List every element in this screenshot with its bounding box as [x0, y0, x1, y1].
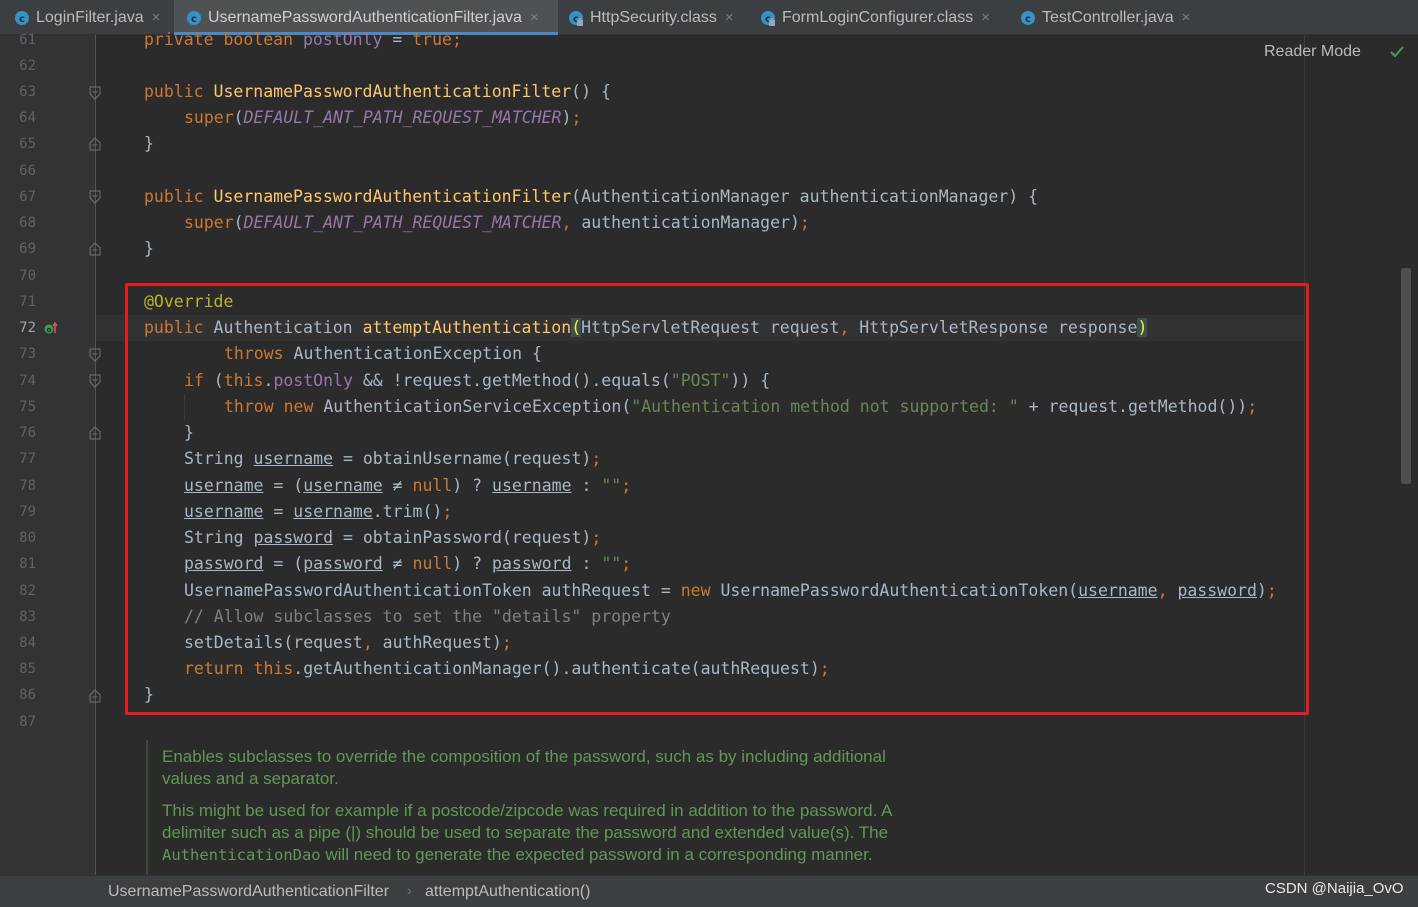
- line-number[interactable]: 82: [0, 578, 36, 604]
- tab-label: FormLoginConfigurer.class: [782, 8, 974, 26]
- fold-end-icon[interactable]: [89, 426, 101, 440]
- code-line-69[interactable]: }: [144, 236, 154, 262]
- watermark: CSDN @Naijia_OvO: [1265, 880, 1404, 897]
- close-icon[interactable]: ×: [530, 9, 539, 26]
- check-icon[interactable]: [1389, 45, 1405, 59]
- javadoc-paragraph: Enables subclasses to override the compo…: [162, 747, 886, 788]
- java-class-icon: c: [1021, 10, 1035, 25]
- line-number[interactable]: 80: [0, 525, 36, 551]
- breadcrumb-class[interactable]: UsernamePasswordAuthenticationFilter: [108, 883, 389, 901]
- line-number[interactable]: 63: [0, 79, 36, 105]
- breadcrumb-separator: ›: [407, 882, 412, 898]
- fold-end-icon[interactable]: [89, 242, 101, 256]
- reader-mode-toggle[interactable]: Reader Mode: [1264, 43, 1361, 61]
- line-number[interactable]: 70: [0, 263, 36, 289]
- svg-text:c: c: [1025, 14, 1031, 25]
- line-number[interactable]: 66: [0, 158, 36, 184]
- svg-text:c: c: [19, 14, 25, 25]
- tab-httpsecurity[interactable]: c HttpSecurity.class ×: [558, 0, 750, 35]
- line-number[interactable]: 76: [0, 420, 36, 446]
- line-number[interactable]: 67: [0, 184, 36, 210]
- compiled-class-icon: c: [569, 10, 583, 26]
- line-number[interactable]: 61: [0, 27, 36, 53]
- close-icon[interactable]: ×: [1182, 9, 1191, 26]
- code-line-64[interactable]: super(DEFAULT_ANT_PATH_REQUEST_MATCHER);: [184, 105, 581, 131]
- tab-label: UsernamePasswordAuthenticationFilter.jav…: [208, 8, 522, 26]
- javadoc-code: AuthenticationDao: [162, 846, 321, 864]
- tab-label: LoginFilter.java: [36, 8, 144, 26]
- java-class-icon: c: [15, 10, 29, 25]
- javadoc-paragraph: This might be used for example if a post…: [162, 801, 892, 864]
- line-number[interactable]: 84: [0, 630, 36, 656]
- line-number[interactable]: 81: [0, 551, 36, 577]
- fold-open-icon[interactable]: [89, 86, 101, 100]
- line-number[interactable]: 86: [0, 682, 36, 708]
- line-number[interactable]: 64: [0, 105, 36, 131]
- line-number[interactable]: 78: [0, 473, 36, 499]
- line-number[interactable]: 87: [0, 709, 36, 735]
- gutter-divider: [95, 35, 96, 875]
- line-number[interactable]: 65: [0, 131, 36, 157]
- code-line-67[interactable]: public UsernamePasswordAuthenticationFil…: [144, 184, 1038, 210]
- line-number[interactable]: 62: [0, 53, 36, 79]
- overrides-method-icon[interactable]: o: [44, 321, 58, 335]
- line-number[interactable]: 72: [0, 315, 36, 341]
- svg-text:c: c: [191, 14, 197, 25]
- line-number[interactable]: 85: [0, 656, 36, 682]
- fold-end-icon[interactable]: [89, 689, 101, 703]
- tab-label: HttpSecurity.class: [590, 8, 717, 26]
- svg-text:o: o: [47, 326, 52, 334]
- line-number[interactable]: 73: [0, 341, 36, 367]
- code-line-65[interactable]: }: [144, 131, 154, 157]
- code-line-63[interactable]: public UsernamePasswordAuthenticationFil…: [144, 79, 611, 105]
- close-icon[interactable]: ×: [152, 9, 161, 26]
- tab-label: TestController.java: [1042, 8, 1174, 26]
- highlight-box: [125, 283, 1309, 715]
- line-number[interactable]: 68: [0, 210, 36, 236]
- fold-end-icon[interactable]: [89, 137, 101, 151]
- java-class-icon: c: [187, 10, 201, 25]
- breadcrumb-bar: UsernamePasswordAuthenticationFilter › a…: [0, 875, 1418, 907]
- code-line-61[interactable]: private boolean postOnly = true;: [144, 27, 462, 53]
- vertical-scrollbar-thumb[interactable]: [1401, 268, 1411, 484]
- close-icon[interactable]: ×: [725, 9, 734, 26]
- code-line-68[interactable]: super(DEFAULT_ANT_PATH_REQUEST_MATCHER, …: [184, 210, 810, 236]
- line-number[interactable]: 75: [0, 394, 36, 420]
- line-number[interactable]: 79: [0, 499, 36, 525]
- close-icon[interactable]: ×: [981, 9, 990, 26]
- line-number[interactable]: 77: [0, 446, 36, 472]
- compiled-class-icon: c: [761, 10, 775, 26]
- line-number[interactable]: 83: [0, 604, 36, 630]
- fold-open-icon[interactable]: [89, 190, 101, 204]
- fold-open-icon[interactable]: [89, 374, 101, 388]
- fold-open-icon[interactable]: [89, 348, 101, 362]
- tab-testcontroller[interactable]: c TestController.java ×: [1010, 0, 1210, 35]
- line-number[interactable]: 74: [0, 368, 36, 394]
- tab-formloginconfigurer[interactable]: c FormLoginConfigurer.class ×: [750, 0, 1010, 35]
- line-number[interactable]: 71: [0, 289, 36, 315]
- breadcrumb-method[interactable]: attemptAuthentication(): [425, 883, 590, 901]
- line-number[interactable]: 69: [0, 236, 36, 262]
